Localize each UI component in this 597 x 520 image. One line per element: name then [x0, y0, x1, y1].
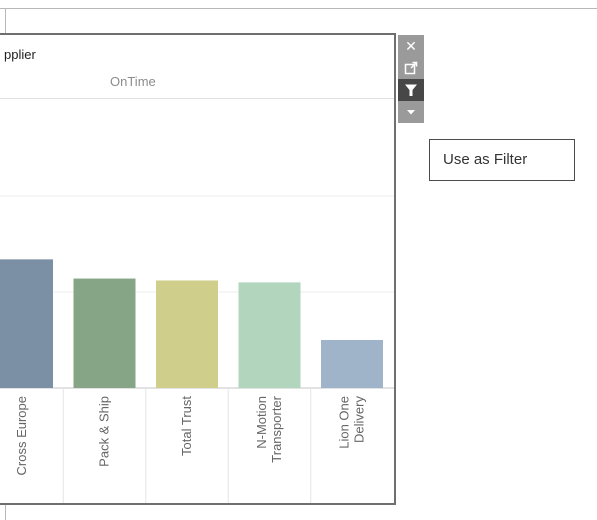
top-divider	[0, 8, 597, 9]
bar-total-trust[interactable]	[156, 280, 218, 388]
worksheet-panel[interactable]: pplier OnTime Cross Europe Pack & Ship Tot…	[0, 33, 396, 505]
popout-button[interactable]	[398, 57, 424, 79]
worksheet-toolbar: ✕	[398, 35, 424, 123]
use-as-filter-button[interactable]	[398, 79, 424, 101]
bar-chart: Cross Europe Pack & Ship Total Trust N-Moti…	[0, 195, 394, 503]
x-tick-label: Total Trust	[179, 396, 194, 456]
x-tick-label: N-Motion	[254, 396, 269, 449]
x-tick-label: Delivery	[352, 396, 367, 443]
more-options-button[interactable]	[398, 101, 424, 123]
x-tick-label: Pack & Ship	[97, 396, 112, 467]
caret-down-icon	[407, 110, 415, 115]
filter-tooltip: Use as Filter	[429, 139, 575, 181]
bar-n-motion-transporter[interactable]	[238, 282, 301, 388]
popout-icon	[404, 61, 418, 75]
close-button[interactable]: ✕	[398, 35, 424, 57]
filter-icon	[405, 84, 417, 96]
x-tick-label: Lion One	[337, 396, 352, 449]
close-icon: ✕	[405, 37, 417, 54]
x-tick-label: Cross Europe	[14, 396, 29, 475]
bar-cross-europe[interactable]	[0, 259, 53, 388]
x-tick-label: Transporter	[269, 395, 284, 462]
bar-lion-one-delivery[interactable]	[321, 340, 383, 388]
bar-pack-ship[interactable]	[73, 278, 136, 388]
